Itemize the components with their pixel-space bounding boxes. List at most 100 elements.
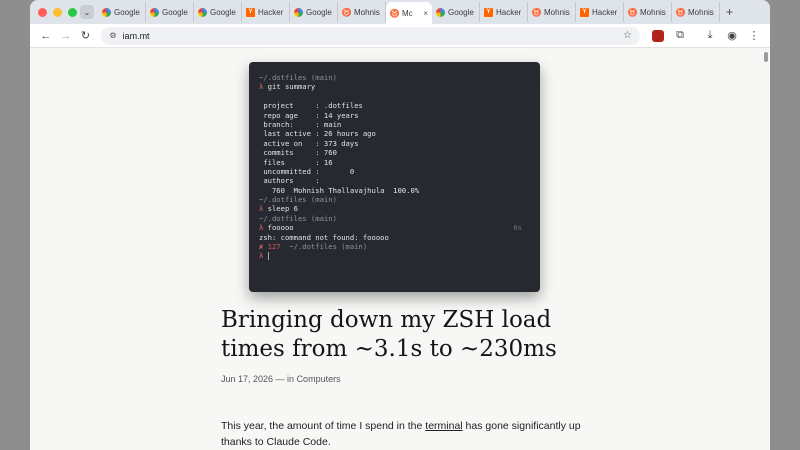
exit-status: ✘ 127 [259,242,281,252]
terminal-line: ~/.dotfiles (main) [259,73,530,82]
google-icon [102,7,111,17]
terminal-text: active on : 373 days [259,138,359,148]
bookmark-star-icon[interactable]: ☆ [623,30,632,41]
terminal-line: files : 16 [259,158,530,167]
google-icon [436,7,445,17]
browser-tab[interactable]: Google [194,2,242,22]
terminal-line: project : .dotfiles [259,101,530,110]
browser-tab[interactable]: ♉ Mohnis [624,2,672,22]
article: Bringing down my ZSH load times from ~3.… [221,306,591,450]
tab-search-chevron-icon[interactable]: ⌄ [80,5,94,19]
browser-toolbar: ← → ↻ ⚙ iam.mt ☆ ⧉ ⤓ ◉ ⋮ [30,24,770,48]
tab-label: Mohnis [544,7,570,17]
terminal-text: last active : 26 hours ago [259,129,376,139]
terminal-text: sleep 6 [267,204,298,214]
tab-label: Google [210,7,236,17]
extensions-puzzle-icon[interactable]: ⧉ [670,26,690,46]
terminal-line: branch: : main [259,120,530,129]
tab-label: Google [306,7,332,17]
terminal-text: ~/.dotfiles (main) [289,242,368,252]
bull-icon: ♉ [389,8,400,18]
terminal-line: ~/.dotfiles (main) [259,214,530,223]
browser-tab[interactable]: ♉ Mc × [386,2,432,24]
close-tab-icon[interactable]: × [423,9,428,18]
terminal-text: fooooo [267,223,294,233]
prompt-symbol: λ [259,82,264,92]
profile-avatar-icon[interactable]: ◉ [722,26,742,46]
tab-label: Google [448,7,474,17]
article-title: Bringing down my ZSH load times from ~3.… [221,307,557,362]
minimize-window-button[interactable] [53,7,62,17]
tab-label: Google [114,7,140,17]
terminal-text: zsh: command not found: fooooo [259,232,389,242]
terminal-line: active on : 373 days [259,139,530,148]
terminal-line: 760 Mohnish Thallavajhula 100.0% [259,186,530,195]
terminal-screenshot: ~/.dotfiles (main) λ git summary project … [249,62,540,292]
terminal-text: 760 Mohnish Thallavajhula 100.0% [259,185,420,195]
browser-tab[interactable]: Google [432,2,480,22]
tab-label: Hacker [258,7,284,17]
google-icon [150,7,159,17]
browser-tab[interactable]: ♉ Mohnis [672,2,720,22]
tab-label: Mohnis [354,7,380,17]
terminal-text: uncommitted : 0 [259,166,355,176]
article-category[interactable]: Computers [297,374,341,384]
reload-icon[interactable]: ↻ [76,26,96,46]
downloads-icon[interactable]: ⤓ [700,26,720,46]
google-icon [294,7,303,17]
hacker-news-icon: Y [484,7,493,17]
browser-tab[interactable]: Y Hacker [480,2,528,22]
terminal-text: authors : [259,176,320,186]
extension-app-icon[interactable] [648,26,668,46]
terminal-text: branch: : main [259,119,342,129]
browser-tab[interactable]: Y Hacker [576,2,624,22]
terminal-line: λ sleep 6 [259,204,530,213]
tab-label: Mc [402,8,413,18]
browser-tab[interactable]: Y Hacker [242,2,290,22]
terminal-line: ~/.dotfiles (main) [259,195,530,204]
command-duration: 6s [513,223,522,233]
url-text: iam.mt [122,30,150,41]
site-info-icon[interactable]: ⚙ [109,31,116,40]
terminal-text: ~/.dotfiles (main) [259,73,337,82]
terminal-link[interactable]: terminal [425,420,462,432]
tab-label: Hacker [496,7,522,17]
browser-tab[interactable]: Google [98,2,146,22]
window-controls [30,7,80,17]
tab-label: Google [162,7,188,17]
tab-label: Mohnis [688,7,714,17]
terminal-line: zsh: command not found: fooooo [259,233,530,242]
browser-window: ⌄ Google Google Google Y Hacker Google ♉ Mohnis… [30,0,770,450]
paragraph-text-before: This year, the amount of time I spend in… [221,420,426,432]
browser-tab[interactable]: ♉ Mohnis [338,2,386,22]
terminal-line: repo age : 14 years [259,111,530,120]
terminal-line: λ fooooo 6s [259,223,530,232]
forward-arrow-icon[interactable]: → [56,26,76,46]
terminal-text: ~/.dotfiles (main) [259,195,337,205]
menu-kebab-icon[interactable]: ⋮ [744,26,764,46]
meta-separator: — in [273,374,297,384]
bull-icon: ♉ [675,7,686,17]
page-scrollbar[interactable] [764,52,768,62]
close-window-button[interactable] [38,7,47,17]
article-paragraph: This year, the amount of time I spend in… [221,418,591,450]
terminal-line: ✘ 127 ~/.dotfiles (main) [259,242,530,251]
prompt-symbol: λ [259,223,264,233]
tab-strip: ⌄ Google Google Google Y Hacker Google ♉ Mohnis… [30,0,770,24]
terminal-text: commits : 760 [259,148,337,158]
terminal-text: git summary [267,82,316,92]
terminal-line: authors : [259,176,530,185]
browser-tab[interactable]: Google [290,2,338,22]
address-bar[interactable]: ⚙ iam.mt ☆ [101,26,640,45]
terminal-text: project : .dotfiles [259,101,363,111]
terminal-line: λ git summary [259,82,530,91]
tab-label: Hacker [592,7,618,17]
maximize-window-button[interactable] [68,7,77,17]
prompt-symbol: λ [259,204,264,214]
back-arrow-icon[interactable]: ← [36,26,56,46]
browser-tab[interactable]: Google [146,2,194,22]
browser-tab[interactable]: ♉ Mohnis [528,2,576,22]
bull-icon: ♉ [627,7,638,17]
new-tab-button[interactable]: + [726,5,733,19]
